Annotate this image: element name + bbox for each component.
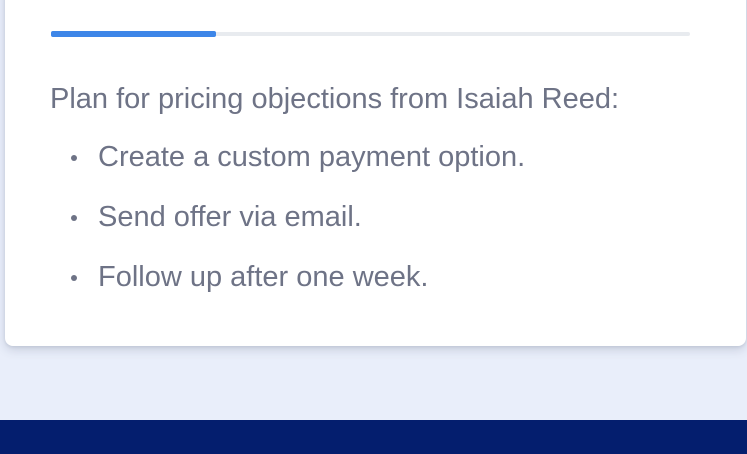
plan-item: Create a custom payment option. (50, 140, 525, 200)
progress-fill (51, 31, 216, 37)
plan-list: Create a custom payment option. Send off… (50, 140, 525, 320)
footer-bar (0, 420, 747, 454)
plan-item-text: Create a custom payment option. (98, 141, 526, 173)
plan-item-text: Follow up after one week. (98, 261, 429, 293)
bullet-dot-icon (71, 155, 77, 161)
plan-item: Send offer via email. (50, 200, 525, 260)
page: Plan for pricing objections from Isaiah … (0, 0, 747, 454)
plan-heading: Plan for pricing objections from Isaiah … (50, 83, 620, 115)
plan-item-text: Send offer via email. (98, 201, 362, 233)
progress-track (51, 31, 690, 37)
plan-item: Follow up after one week. (50, 260, 525, 320)
bullet-dot-icon (71, 215, 77, 221)
bullet-dot-icon (71, 275, 77, 281)
plan-card: Plan for pricing objections from Isaiah … (5, 0, 746, 346)
